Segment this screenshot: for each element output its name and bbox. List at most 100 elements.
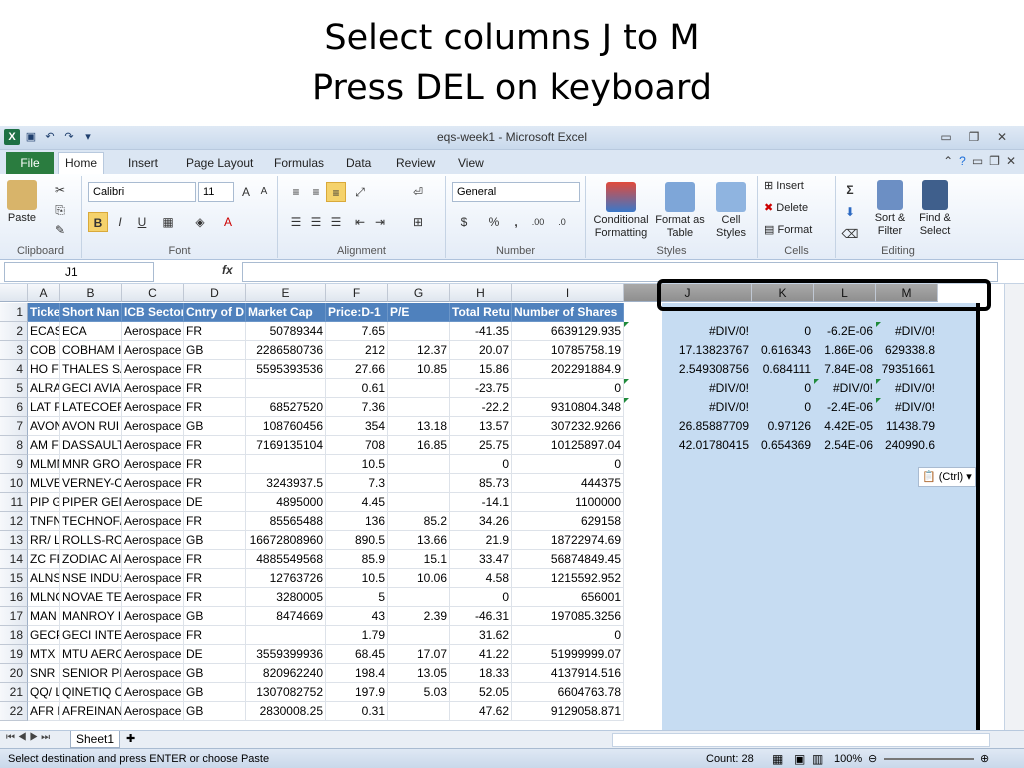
- autosum-button[interactable]: Σ: [840, 180, 860, 200]
- table-cell[interactable]: Aerospace: [122, 588, 184, 607]
- table-cell[interactable]: [814, 474, 876, 493]
- row-header[interactable]: 18: [0, 626, 28, 645]
- table-cell[interactable]: AFREINAN: [60, 702, 122, 721]
- table-cell[interactable]: [752, 550, 814, 569]
- merge-center-icon[interactable]: ⊞: [408, 212, 428, 232]
- column-title-cell[interactable]: Price:D-1: [326, 303, 388, 322]
- close-icon[interactable]: ✕: [988, 128, 1016, 146]
- copy-icon[interactable]: ⎘: [50, 200, 70, 220]
- table-cell[interactable]: TNFN FP: [28, 512, 60, 531]
- table-cell[interactable]: GB: [184, 683, 246, 702]
- table-cell[interactable]: THALES SA: [60, 360, 122, 379]
- table-cell[interactable]: #DIV/0!: [876, 322, 938, 341]
- table-cell[interactable]: -41.35: [450, 322, 512, 341]
- borders-icon[interactable]: ▦: [158, 212, 178, 232]
- table-cell[interactable]: #DIV/0!: [814, 379, 876, 398]
- table-cell[interactable]: AFR PW: [28, 702, 60, 721]
- table-cell[interactable]: COBHAM I: [60, 341, 122, 360]
- table-cell[interactable]: [876, 683, 938, 702]
- new-sheet-icon[interactable]: ✚: [126, 732, 135, 745]
- table-cell[interactable]: [752, 702, 814, 721]
- table-cell[interactable]: PIPER GEN: [60, 493, 122, 512]
- table-cell[interactable]: 4.45: [326, 493, 388, 512]
- table-cell[interactable]: 1.86E-06: [814, 341, 876, 360]
- table-cell[interactable]: Aerospace: [122, 398, 184, 417]
- insert-cells-button[interactable]: ⊞ Insert: [764, 180, 804, 193]
- table-cell[interactable]: [814, 588, 876, 607]
- table-cell[interactable]: 5: [326, 588, 388, 607]
- format-cells-button[interactable]: ▤ Format: [764, 224, 812, 237]
- table-cell[interactable]: DE: [184, 493, 246, 512]
- table-cell[interactable]: 41.22: [450, 645, 512, 664]
- table-cell[interactable]: [876, 645, 938, 664]
- table-cell[interactable]: 85.2: [388, 512, 450, 531]
- tab-file[interactable]: File: [6, 152, 54, 174]
- table-cell[interactable]: 33.47: [450, 550, 512, 569]
- table-cell[interactable]: MAN LN: [28, 607, 60, 626]
- tab-home[interactable]: Home: [58, 152, 105, 174]
- table-cell[interactable]: 10.5: [326, 569, 388, 588]
- column-title-cell[interactable]: ICB Sector: [122, 303, 184, 322]
- table-cell[interactable]: GECI INTE: [60, 626, 122, 645]
- table-cell[interactable]: 0.31: [326, 702, 388, 721]
- table-cell[interactable]: -46.31: [450, 607, 512, 626]
- table-cell[interactable]: 444375: [512, 474, 624, 493]
- table-cell[interactable]: 10.5: [326, 455, 388, 474]
- zoom-in-icon[interactable]: ⊕: [980, 749, 989, 768]
- table-cell[interactable]: 7.36: [326, 398, 388, 417]
- column-title-cell[interactable]: Short Nan: [60, 303, 122, 322]
- row-header[interactable]: 4: [0, 360, 28, 379]
- table-cell[interactable]: 17.13823767: [624, 341, 752, 360]
- table-cell[interactable]: 708: [326, 436, 388, 455]
- column-header-h[interactable]: H: [450, 284, 512, 302]
- table-cell[interactable]: MTU AERC: [60, 645, 122, 664]
- table-cell[interactable]: FR: [184, 474, 246, 493]
- table-cell[interactable]: 0: [512, 379, 624, 398]
- table-cell[interactable]: Aerospace: [122, 664, 184, 683]
- table-cell[interactable]: [752, 664, 814, 683]
- table-cell[interactable]: 0.654369: [752, 436, 814, 455]
- table-cell[interactable]: [752, 645, 814, 664]
- table-cell[interactable]: COB LN: [28, 341, 60, 360]
- table-cell[interactable]: [388, 474, 450, 493]
- table-cell[interactable]: [624, 588, 752, 607]
- row-header[interactable]: 2: [0, 322, 28, 341]
- table-cell[interactable]: [624, 664, 752, 683]
- table-cell[interactable]: MNR GRO: [60, 455, 122, 474]
- conditional-formatting-button[interactable]: Conditional Formatting: [590, 182, 652, 240]
- column-title-cell[interactable]: Market Cap: [246, 303, 326, 322]
- bold-button[interactable]: B: [88, 212, 108, 232]
- currency-icon[interactable]: $: [454, 212, 474, 232]
- table-cell[interactable]: [752, 607, 814, 626]
- table-cell[interactable]: Aerospace: [122, 702, 184, 721]
- table-cell[interactable]: 15.1: [388, 550, 450, 569]
- table-cell[interactable]: ZC FP E: [28, 550, 60, 569]
- table-cell[interactable]: 2286580736: [246, 341, 326, 360]
- table-cell[interactable]: [388, 626, 450, 645]
- table-cell[interactable]: 5595393536: [246, 360, 326, 379]
- table-cell[interactable]: [876, 569, 938, 588]
- table-cell[interactable]: 42.01780415: [624, 436, 752, 455]
- table-cell[interactable]: 85.9: [326, 550, 388, 569]
- table-cell[interactable]: Aerospace: [122, 322, 184, 341]
- table-cell[interactable]: Aerospace: [122, 474, 184, 493]
- table-cell[interactable]: [814, 664, 876, 683]
- table-cell[interactable]: 3559399936: [246, 645, 326, 664]
- table-cell[interactable]: [752, 455, 814, 474]
- column-title-cell[interactable]: P/E: [388, 303, 450, 322]
- table-cell[interactable]: MANROY I: [60, 607, 122, 626]
- horizontal-scrollbar[interactable]: [612, 733, 990, 747]
- number-format-select[interactable]: General: [452, 182, 580, 202]
- table-cell[interactable]: 9310804.348: [512, 398, 624, 417]
- table-cell[interactable]: [624, 531, 752, 550]
- name-box[interactable]: J1: [4, 262, 154, 282]
- table-cell[interactable]: [388, 379, 450, 398]
- table-cell[interactable]: 0: [752, 322, 814, 341]
- table-cell[interactable]: GECI AVIA: [60, 379, 122, 398]
- increase-indent-icon[interactable]: ⇥: [370, 212, 390, 232]
- table-cell[interactable]: 25.75: [450, 436, 512, 455]
- zoom-out-icon[interactable]: ⊖: [868, 749, 877, 768]
- table-cell[interactable]: [814, 569, 876, 588]
- table-cell[interactable]: 31.62: [450, 626, 512, 645]
- grow-font-icon[interactable]: A: [236, 182, 256, 202]
